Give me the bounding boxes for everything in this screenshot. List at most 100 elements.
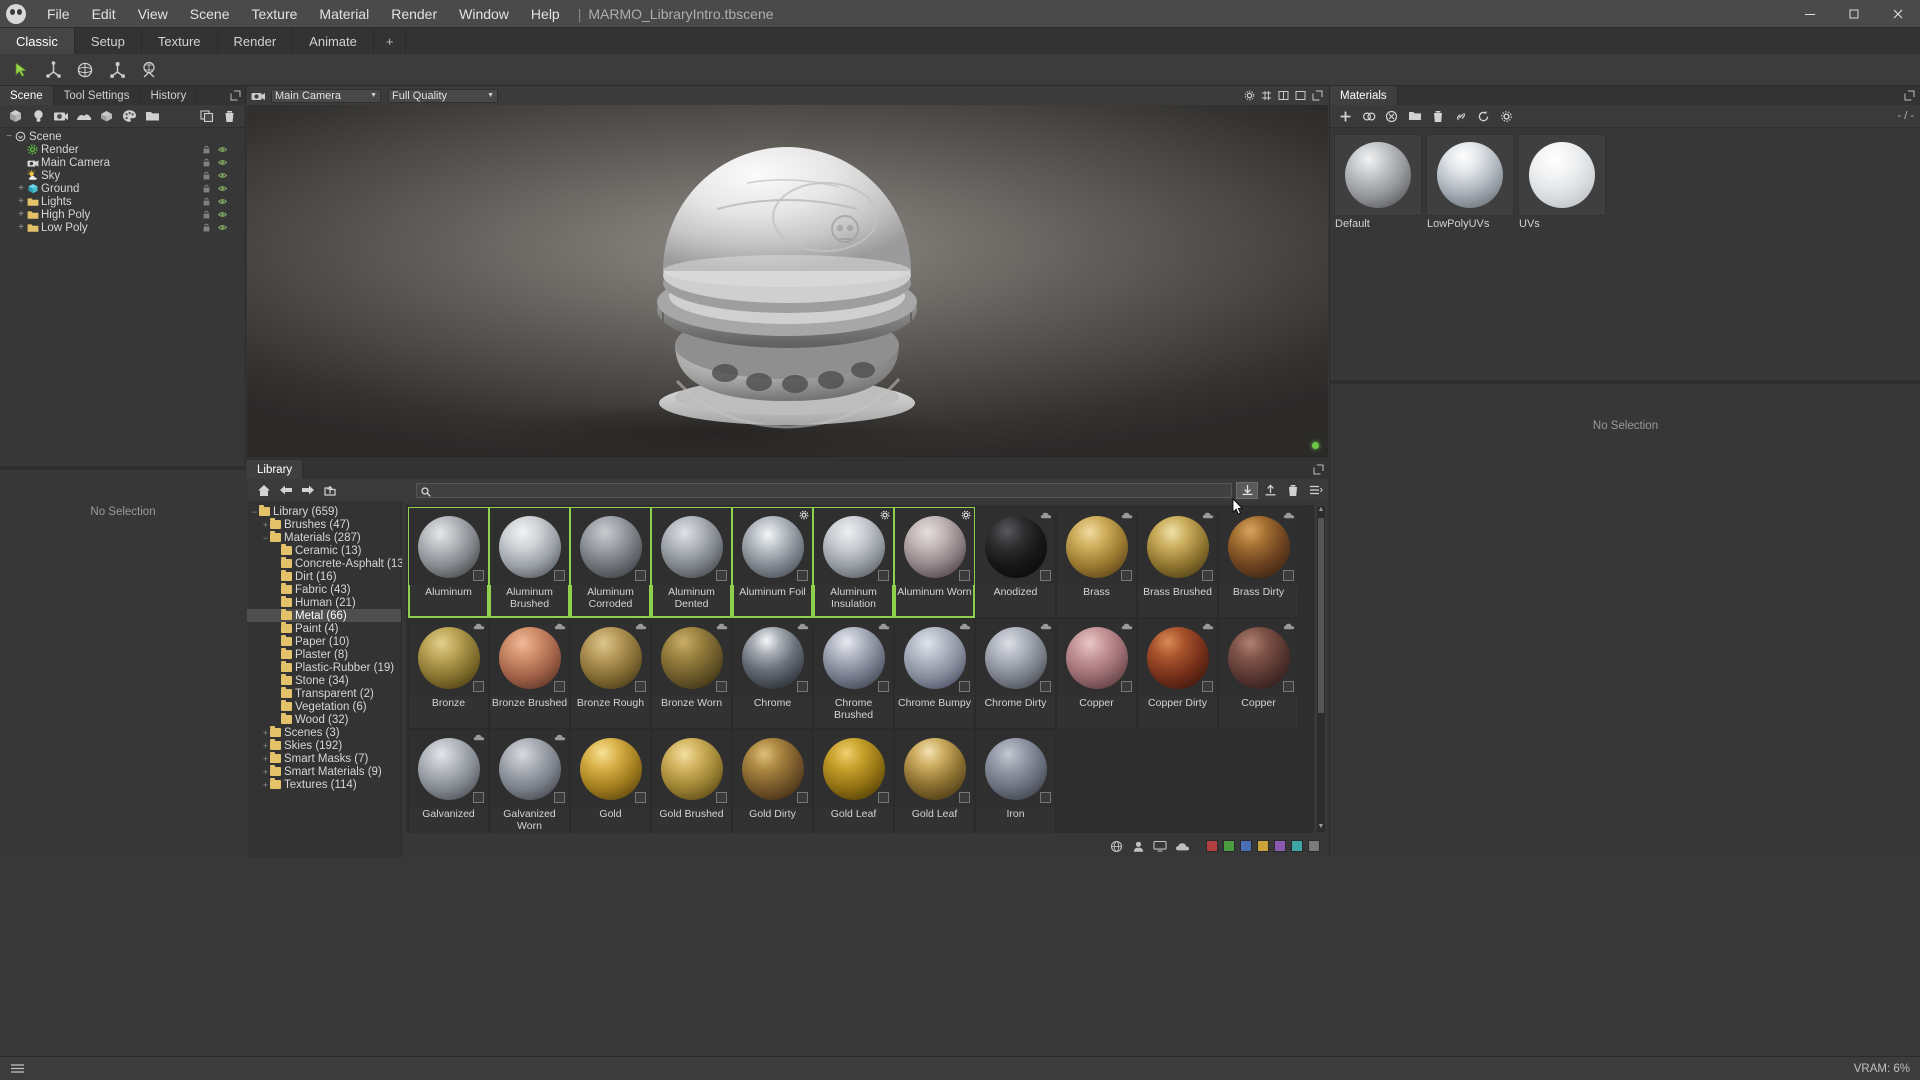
- library-cloud-button[interactable]: [1171, 837, 1193, 855]
- library-material-cell[interactable]: Copper: [1056, 618, 1137, 729]
- library-local-button[interactable]: [1149, 837, 1171, 855]
- material-select-checkbox[interactable]: [797, 681, 808, 692]
- gear-icon[interactable]: [1244, 90, 1255, 101]
- popout-icon[interactable]: [1312, 90, 1323, 101]
- material-select-checkbox[interactable]: [473, 570, 484, 581]
- material-select-checkbox[interactable]: [473, 681, 484, 692]
- scene-tree-item-main-camera[interactable]: Main Camera: [0, 156, 245, 169]
- library-material-cell[interactable]: Aluminum Worn: [894, 507, 975, 618]
- material-thumbnail[interactable]: [571, 730, 650, 807]
- material-select-checkbox[interactable]: [716, 792, 727, 803]
- material-thumbnail[interactable]: [733, 619, 812, 696]
- library-material-cell[interactable]: Chrome: [732, 618, 813, 729]
- plus-icon[interactable]: [1334, 106, 1357, 126]
- library-material-cell[interactable]: Bronze Rough: [570, 618, 651, 729]
- scroll-down-arrow[interactable]: ▼: [1317, 823, 1325, 832]
- menu-material[interactable]: Material: [308, 2, 380, 26]
- scene-tree-item-ground[interactable]: + Ground: [0, 182, 245, 195]
- fullscreen-icon[interactable]: [1295, 90, 1306, 101]
- library-view-options-button[interactable]: [1305, 482, 1327, 499]
- cube-icon[interactable]: [4, 106, 27, 126]
- library-tree-item-smart-masks[interactable]: + Smart Masks (7): [247, 752, 401, 765]
- tree-expander[interactable]: +: [16, 183, 26, 194]
- gear-badge-icon[interactable]: [799, 510, 809, 520]
- scene-material-cell[interactable]: UVs: [1518, 134, 1606, 230]
- library-material-cell[interactable]: Gold Dirty: [732, 729, 813, 833]
- tree-expander[interactable]: −: [261, 533, 270, 543]
- color-tag-swatch[interactable]: [1223, 840, 1235, 852]
- library-material-cell[interactable]: Aluminum Brushed: [489, 507, 570, 618]
- split-icon[interactable]: [1278, 90, 1289, 101]
- folder-icon[interactable]: [141, 106, 164, 126]
- material-thumbnail[interactable]: [976, 619, 1055, 696]
- library-tree-item-ceramic[interactable]: Ceramic (13): [247, 544, 401, 557]
- layout-tab-animate[interactable]: Animate: [293, 28, 374, 54]
- palette-icon[interactable]: [118, 106, 141, 126]
- scene-tree-item-high-poly[interactable]: + High Poly: [0, 208, 245, 221]
- trash-icon[interactable]: [1426, 106, 1449, 126]
- tree-expander[interactable]: +: [261, 754, 270, 764]
- material-thumbnail[interactable]: [733, 730, 812, 807]
- tab-history[interactable]: History: [140, 86, 198, 105]
- material-select-checkbox[interactable]: [716, 570, 727, 581]
- material-select-checkbox[interactable]: [1121, 681, 1132, 692]
- library-tree-item-library[interactable]: − Library (659): [247, 505, 401, 518]
- material-select-checkbox[interactable]: [635, 792, 646, 803]
- tree-expander[interactable]: +: [16, 209, 26, 220]
- library-material-cell[interactable]: Aluminum Dented: [651, 507, 732, 618]
- arrow-up-folder-icon[interactable]: [319, 480, 341, 500]
- rotate-orbit-icon[interactable]: [70, 56, 100, 84]
- hamburger-icon[interactable]: [10, 1062, 25, 1075]
- tree-expander[interactable]: −: [250, 507, 259, 517]
- refresh-icon[interactable]: [1472, 106, 1495, 126]
- color-tag-swatch[interactable]: [1274, 840, 1286, 852]
- lock-icon[interactable]: [202, 210, 211, 219]
- library-material-cell[interactable]: Brass Brushed: [1137, 507, 1218, 618]
- quality-select[interactable]: Full Quality ▼: [388, 88, 498, 103]
- library-material-cell[interactable]: Aluminum: [408, 507, 489, 618]
- scale-icon[interactable]: [102, 56, 132, 84]
- material-thumbnail[interactable]: [571, 508, 650, 585]
- material-select-checkbox[interactable]: [635, 570, 646, 581]
- tree-expander[interactable]: +: [261, 741, 270, 751]
- material-select-checkbox[interactable]: [554, 792, 565, 803]
- material-thumbnail[interactable]: [814, 508, 893, 585]
- tab-materials[interactable]: Materials: [1330, 86, 1398, 105]
- menu-window[interactable]: Window: [448, 2, 520, 26]
- tree-expander[interactable]: +: [16, 222, 26, 233]
- maximize-button[interactable]: [1832, 0, 1876, 28]
- library-material-cell[interactable]: Iron: [975, 729, 1056, 833]
- color-tag-swatch[interactable]: [1206, 840, 1218, 852]
- library-material-cell[interactable]: Chrome Bumpy: [894, 618, 975, 729]
- library-material-cell[interactable]: Bronze Worn: [651, 618, 732, 729]
- library-material-cell[interactable]: Chrome Dirty: [975, 618, 1056, 729]
- material-thumbnail[interactable]: [409, 508, 488, 585]
- library-tree-item-fabric[interactable]: Fabric (43): [247, 583, 401, 596]
- library-user-button[interactable]: [1127, 837, 1149, 855]
- material-select-checkbox[interactable]: [1040, 792, 1051, 803]
- scene-material-cell[interactable]: Default: [1334, 134, 1422, 230]
- library-tree-item-scenes[interactable]: + Scenes (3): [247, 726, 401, 739]
- color-tag-swatch[interactable]: [1308, 840, 1320, 852]
- material-select-checkbox[interactable]: [1283, 681, 1294, 692]
- visibility-icon[interactable]: [218, 210, 227, 219]
- material-select-checkbox[interactable]: [716, 681, 727, 692]
- material-select-checkbox[interactable]: [473, 792, 484, 803]
- library-tree-item-materials[interactable]: − Materials (287): [247, 531, 401, 544]
- menu-help[interactable]: Help: [520, 2, 571, 26]
- visibility-icon[interactable]: [218, 145, 227, 154]
- material-thumbnail[interactable]: [490, 730, 569, 807]
- material-thumbnail[interactable]: [571, 619, 650, 696]
- material-select-checkbox[interactable]: [1202, 570, 1213, 581]
- library-material-cell[interactable]: Gold Leaf: [894, 729, 975, 833]
- light-bulb-icon[interactable]: [27, 106, 50, 126]
- scroll-up-arrow[interactable]: ▲: [1317, 506, 1325, 515]
- library-tree-item-wood[interactable]: Wood (32): [247, 713, 401, 726]
- material-thumbnail[interactable]: [1219, 619, 1298, 696]
- tree-expander[interactable]: +: [16, 196, 26, 207]
- library-material-cell[interactable]: Chrome Brushed: [813, 618, 894, 729]
- library-globe-button[interactable]: [1105, 837, 1127, 855]
- arrow-left-icon[interactable]: [275, 480, 297, 500]
- library-tree-item-plaster[interactable]: Plaster (8): [247, 648, 401, 661]
- material-thumbnail[interactable]: [1138, 508, 1217, 585]
